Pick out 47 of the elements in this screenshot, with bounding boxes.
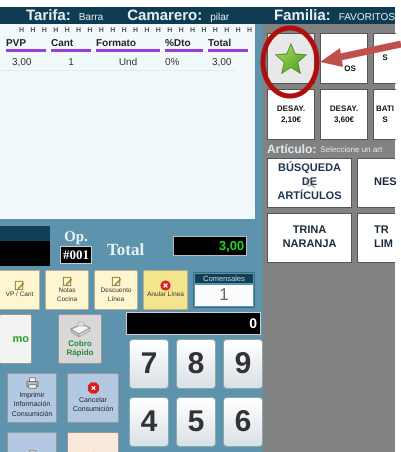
articulo-hint: Seleccione un art — [320, 144, 382, 154]
table-cell-text: 0% — [165, 56, 180, 70]
column-header[interactable]: Cant — [51, 36, 91, 52]
star-icon — [274, 42, 308, 76]
column-header[interactable]: %Dto — [165, 36, 203, 52]
printer-icon — [26, 377, 38, 390]
note-icon — [62, 276, 72, 288]
op-number: #001 — [60, 246, 92, 264]
familia-value: FAVORITOS — [338, 12, 395, 23]
note-icon — [110, 276, 122, 288]
article-tile[interactable]: TR LIM — [357, 213, 395, 263]
keypad-key[interactable]: 6 — [223, 397, 263, 447]
family-tile[interactable]: BATI S — [373, 89, 396, 140]
cancel-icon — [86, 382, 100, 394]
family-tile[interactable] — [267, 33, 315, 84]
keypad-key[interactable]: 8 — [176, 339, 216, 389]
comensales-field[interactable]: 1 — [195, 285, 253, 306]
tarifa-value: Barra — [78, 12, 104, 23]
card-terminal-icon — [68, 321, 92, 339]
column-header[interactable]: Total — [208, 36, 248, 52]
table-cell-text: 3,00 — [11, 56, 32, 70]
family-tile[interactable]: DESAY. 3,60€ — [320, 89, 368, 140]
table-cell-text: Und — [118, 56, 138, 70]
column-header[interactable]: Formato — [96, 36, 160, 52]
total-display: 3,00 — [173, 236, 248, 256]
info-display — [0, 226, 50, 266]
keypad-key[interactable]: 9 — [223, 339, 263, 389]
keypad-key[interactable]: 7 — [129, 339, 169, 389]
table-cell-text: 3,00 — [211, 56, 232, 70]
camarero-label: Camarero: — [127, 7, 202, 24]
keypad-key[interactable]: 5 — [176, 397, 216, 447]
amount-display: 0 — [126, 312, 261, 335]
article-tile[interactable]: NES — [357, 158, 395, 208]
table-cell-text: 1 — [67, 56, 75, 70]
tarifa-label: Tarifa: — [26, 7, 71, 24]
keypad-key[interactable]: 4 — [129, 397, 169, 447]
column-header[interactable]: PVP — [6, 36, 46, 52]
op-label: Op. — [64, 228, 88, 246]
family-tile[interactable]: DESAY. 2,10€ — [267, 89, 315, 140]
note-icon — [14, 280, 25, 292]
total-label: Total — [107, 240, 144, 260]
articulo-label: Artículo: — [267, 142, 316, 156]
article-tile[interactable]: BÚSQUEDA DE ARTÍCULOS — [267, 158, 352, 208]
cancel-icon — [160, 280, 171, 292]
familia-label: Familia: — [274, 7, 331, 24]
article-tile[interactable]: TRINA NARANJA — [267, 213, 352, 263]
camarero-value: pilar — [210, 12, 230, 23]
